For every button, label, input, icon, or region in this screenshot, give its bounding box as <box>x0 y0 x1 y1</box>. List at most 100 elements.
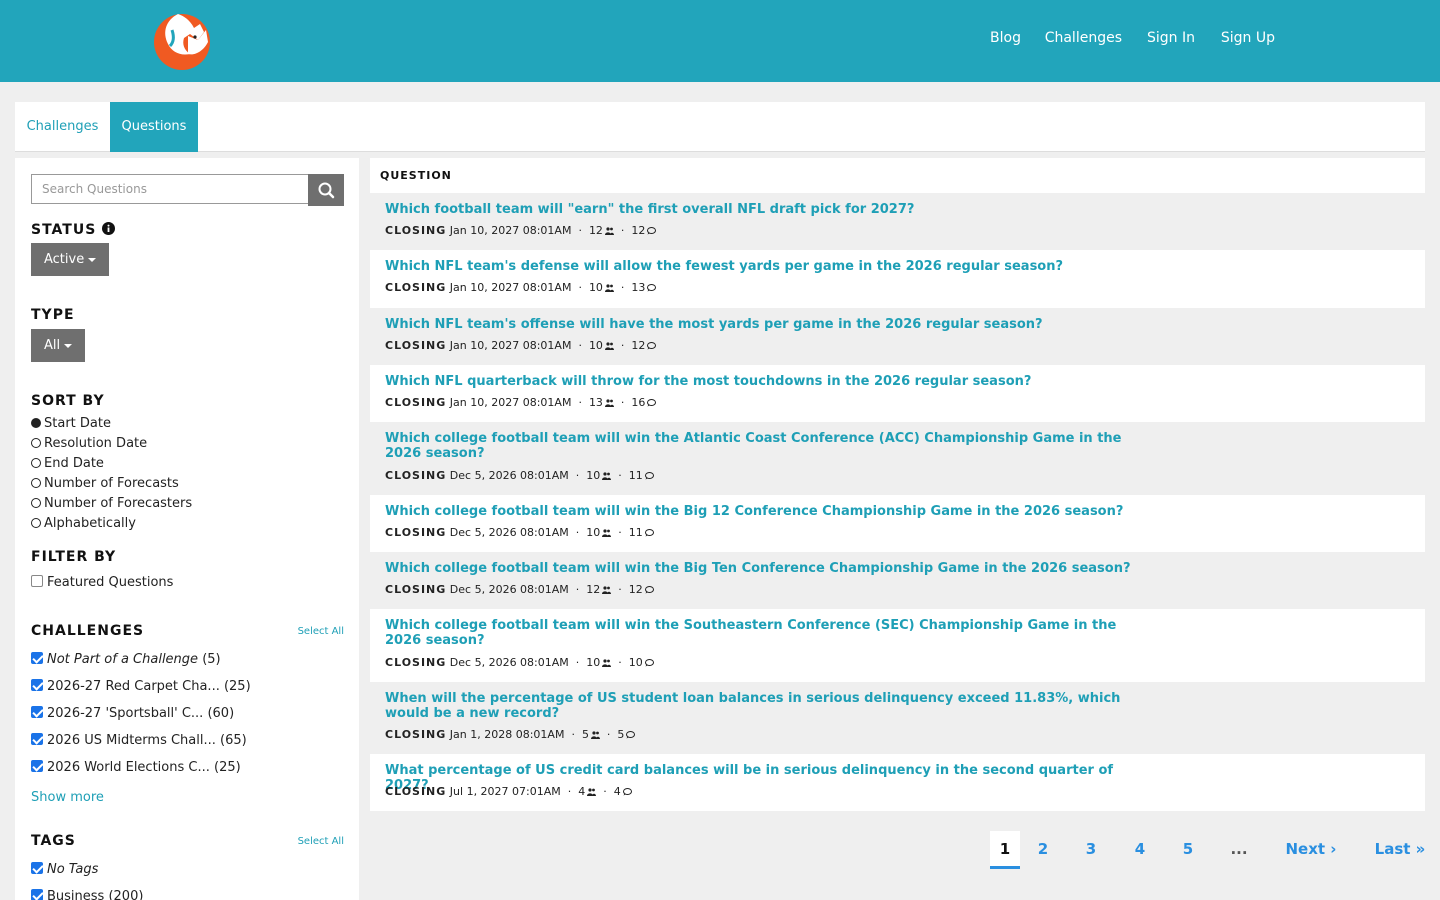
question-link[interactable]: Which college football team will win the… <box>385 431 1135 461</box>
users-icon <box>590 731 600 739</box>
last-page-button[interactable]: Last » <box>1373 831 1427 869</box>
checkbox-checked-icon <box>31 733 43 745</box>
top-navbar: Blog Challenges Sign In Sign Up <box>0 0 1440 82</box>
users-icon <box>604 284 614 292</box>
users-icon <box>602 586 612 594</box>
nav-blog-link[interactable]: Blog <box>990 30 1021 46</box>
sort-option-forecasters[interactable]: Number of Forecasters <box>31 496 192 511</box>
checkbox-checked-icon <box>31 706 43 718</box>
question-row: Which college football team will win the… <box>370 422 1425 495</box>
radio-icon <box>31 498 41 508</box>
pagination-ellipsis: ... <box>1230 840 1248 858</box>
challenge-filter-item[interactable]: 2026 US Midterms Chall... (65) <box>31 733 247 748</box>
show-more-link[interactable]: Show more <box>31 790 104 805</box>
question-link[interactable]: Which college football team will win the… <box>385 561 1135 576</box>
status-dropdown[interactable]: Active <box>31 243 110 276</box>
sort-option-alphabetically[interactable]: Alphabetically <box>31 516 136 531</box>
radio-icon <box>31 438 41 448</box>
users-icon <box>604 227 614 235</box>
checkbox-checked-icon <box>31 679 43 691</box>
checkbox-checked-icon <box>31 760 43 772</box>
info-icon[interactable] <box>102 222 116 235</box>
page-1-button[interactable]: 1 <box>990 831 1020 869</box>
question-column-header: QUESTION <box>370 158 1425 193</box>
question-meta: CLOSING Jan 10, 2027 08:01AM · 10 · 13 <box>385 281 657 294</box>
question-row: Which college football team will win the… <box>370 552 1425 609</box>
featured-questions-checkbox[interactable]: Featured Questions <box>31 575 173 590</box>
question-meta: CLOSING Jan 10, 2027 08:01AM · 10 · 12 <box>385 339 657 352</box>
page-4-button[interactable]: 4 <box>1130 831 1150 869</box>
search-button[interactable] <box>308 174 344 206</box>
sort-option-resolution-date[interactable]: Resolution Date <box>31 436 147 451</box>
question-meta: CLOSING Dec 5, 2026 08:01AM · 10 · 10 <box>385 656 654 669</box>
question-meta: CLOSING Dec 5, 2026 08:01AM · 10 · 11 <box>385 526 654 539</box>
question-row: Which NFL team's offense will have the m… <box>370 308 1425 365</box>
caret-down-icon <box>64 343 73 348</box>
comment-icon <box>644 586 654 594</box>
page-2-button[interactable]: 2 <box>1033 831 1053 869</box>
question-link[interactable]: Which football team will "earn" the firs… <box>385 202 1135 217</box>
caret-down-icon <box>88 257 97 262</box>
users-icon <box>604 342 614 350</box>
question-row: When will the percentage of US student l… <box>370 682 1425 754</box>
filter-heading: FILTER BY <box>31 549 117 565</box>
sort-option-end-date[interactable]: End Date <box>31 456 104 471</box>
sort-option-forecasts[interactable]: Number of Forecasts <box>31 476 179 491</box>
question-link[interactable]: Which college football team will win the… <box>385 504 1135 519</box>
question-meta: CLOSING Jul 1, 2027 07:01AM · 4 · 4 <box>385 785 632 798</box>
nav-sign-in-link[interactable]: Sign In <box>1147 30 1195 46</box>
question-row: Which college football team will win the… <box>370 609 1425 682</box>
question-row: Which college football team will win the… <box>370 495 1425 552</box>
checkbox-icon <box>31 575 43 587</box>
question-meta: CLOSING Jan 1, 2028 08:01AM · 5 · 5 <box>385 728 636 741</box>
question-row: Which NFL team's defense will allow the … <box>370 250 1425 308</box>
question-meta: CLOSING Jan 10, 2027 08:01AM · 12 · 12 <box>385 224 657 237</box>
status-heading: STATUS <box>31 222 116 238</box>
filters-sidebar: Search Questions STATUS Active TYPE All … <box>15 158 359 900</box>
question-link[interactable]: Which college football team will win the… <box>385 618 1135 648</box>
challenge-filter-item[interactable]: Not Part of a Challenge (5) <box>31 652 221 667</box>
question-link[interactable]: Which NFL team's offense will have the m… <box>385 317 1135 332</box>
comment-icon <box>644 472 654 480</box>
challenges-heading: CHALLENGES <box>31 623 145 639</box>
users-icon <box>602 472 612 480</box>
question-row: Which NFL quarterback will throw for the… <box>370 365 1425 422</box>
sort-option-start-date[interactable]: Start Date <box>31 416 111 431</box>
question-link[interactable]: Which NFL team's defense will allow the … <box>385 259 1135 274</box>
challenge-filter-item[interactable]: 2026 World Elections C... (25) <box>31 760 241 775</box>
challenge-filter-item[interactable]: 2026-27 'Sportsball' C... (60) <box>31 706 234 721</box>
question-row: What percentage of US credit card balanc… <box>370 754 1425 811</box>
type-heading: TYPE <box>31 307 75 323</box>
question-meta: CLOSING Dec 5, 2026 08:01AM · 12 · 12 <box>385 583 654 596</box>
tag-filter-item[interactable]: Business (200) <box>31 889 143 900</box>
users-icon <box>587 788 597 796</box>
sort-heading: SORT BY <box>31 393 105 409</box>
challenge-filter-item[interactable]: 2026-27 Red Carpet Cha... (25) <box>31 679 251 694</box>
search-input[interactable]: Search Questions <box>31 174 309 204</box>
comment-icon <box>647 342 657 350</box>
tab-questions[interactable]: Questions <box>110 102 198 152</box>
checkbox-checked-icon <box>31 652 43 664</box>
comment-icon <box>647 227 657 235</box>
page-3-button[interactable]: 3 <box>1081 831 1101 869</box>
next-page-button[interactable]: Next › <box>1283 831 1339 869</box>
tab-challenges[interactable]: Challenges <box>15 102 110 152</box>
pagination: 1 2 3 4 5 ... Next › Last » <box>0 831 1440 871</box>
users-icon <box>602 659 612 667</box>
radio-icon <box>31 518 41 528</box>
type-dropdown[interactable]: All <box>31 329 86 362</box>
question-meta: CLOSING Jan 10, 2027 08:01AM · 13 · 16 <box>385 396 657 409</box>
radio-icon <box>31 478 41 488</box>
users-icon <box>602 529 612 537</box>
question-row: Which football team will "earn" the firs… <box>370 193 1425 250</box>
comment-icon <box>626 731 636 739</box>
fox-logo[interactable] <box>154 10 214 72</box>
radio-checked-icon <box>31 418 41 428</box>
nav-sign-up-link[interactable]: Sign Up <box>1221 30 1275 46</box>
nav-challenges-link[interactable]: Challenges <box>1045 30 1122 46</box>
question-link[interactable]: When will the percentage of US student l… <box>385 691 1135 721</box>
challenges-select-all-link[interactable]: Select All <box>298 626 344 637</box>
tabs-bar: Challenges Questions <box>15 102 1425 152</box>
page-5-button[interactable]: 5 <box>1178 831 1198 869</box>
question-link[interactable]: Which NFL quarterback will throw for the… <box>385 374 1135 389</box>
